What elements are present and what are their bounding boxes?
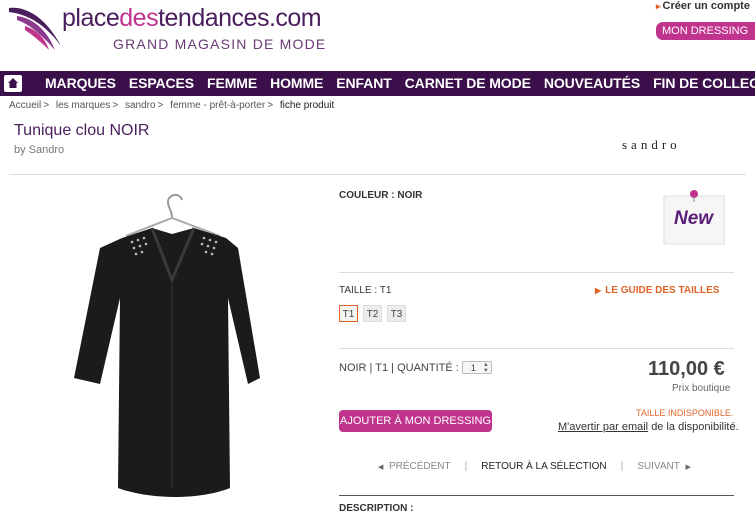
breadcrumb-les-marques[interactable]: les marques: [56, 100, 110, 111]
divider: [339, 495, 734, 496]
notify-availability: M'avertir par email de la disponibilité.: [558, 421, 739, 433]
quantity-select[interactable]: 1 ▲ ▼: [461, 361, 492, 374]
nav-items: MARQUES ESPACES FEMME HOMME ENFANT CARNE…: [45, 71, 755, 96]
description-heading: DESCRIPTION :: [339, 503, 414, 514]
product-price: 110,00 €: [648, 358, 725, 380]
site-logo[interactable]: placedestendances.com: [62, 4, 322, 33]
new-badge-label: New: [674, 208, 714, 229]
stepper-icon: ▲ ▼: [482, 362, 489, 374]
brand-logo[interactable]: sandro: [622, 137, 681, 153]
arrow-right-icon: ▶: [685, 463, 691, 471]
arrow-right-icon: ▶: [595, 286, 602, 295]
size-info: TAILLE : T1: [339, 285, 391, 296]
notify-email-link[interactable]: M'avertir par email: [558, 421, 648, 433]
selection-summary: NOIR | T1 | QUANTITÉ : 1 ▲ ▼: [339, 361, 492, 374]
new-badge: New: [660, 188, 728, 246]
notify-rest: de la disponibilité.: [651, 421, 739, 433]
breadcrumb: Accueil > les marques > sandro > femme - pr…: [9, 100, 335, 111]
color-value: NOIR: [397, 190, 423, 201]
next-link[interactable]: SUIVANT: [637, 461, 680, 472]
size-selector: T1 T2 T3: [339, 305, 411, 322]
size-guide-link[interactable]: ▶ LE GUIDE DES TAILLES: [595, 285, 719, 296]
size-option-t2[interactable]: T2: [363, 305, 382, 322]
divider: [339, 348, 734, 349]
color-label: COULEUR :: [339, 190, 395, 201]
product-byline: by Sandro: [14, 144, 65, 156]
logo-text-tendances: tendances.com: [158, 4, 322, 32]
arrow-left-icon: ◀: [378, 463, 384, 471]
divider: [339, 272, 734, 273]
product-pager: ◀ PRÉCÉDENT | RETOUR À LA SÉLECTION | SU…: [378, 461, 691, 472]
create-account-label: Créer un compte: [662, 0, 750, 12]
breadcrumb-accueil[interactable]: Accueil: [9, 100, 41, 111]
nav-item-homme[interactable]: HOMME: [270, 71, 323, 96]
main-nav: MARQUES ESPACES FEMME HOMME ENFANT CARNE…: [0, 71, 755, 96]
size-label: TAILLE :: [339, 285, 378, 296]
nav-item-femme[interactable]: FEMME: [207, 71, 257, 96]
site-tagline: GRAND MAGASIN DE MODE: [113, 36, 327, 52]
back-to-selection-link[interactable]: RETOUR À LA SÉLECTION: [481, 461, 606, 472]
home-icon[interactable]: [4, 75, 22, 92]
nav-item-carnet-de-mode[interactable]: CARNET DE MODE: [405, 71, 531, 96]
product-image[interactable]: [60, 188, 290, 514]
prev-link[interactable]: PRÉCÉDENT: [389, 461, 451, 472]
nav-item-marques[interactable]: MARQUES: [45, 71, 116, 96]
add-to-dressing-button[interactable]: AJOUTER À MON DRESSING: [339, 410, 492, 432]
breadcrumb-sandro[interactable]: sandro: [125, 100, 156, 111]
size-option-t1[interactable]: T1: [339, 305, 358, 322]
logo-text-place: place: [62, 4, 120, 32]
logo-text-des: des: [119, 4, 159, 32]
price-note: Prix boutique: [672, 383, 731, 394]
divider: [9, 174, 746, 175]
size-value: T1: [379, 285, 392, 296]
nav-item-fin-de-collection[interactable]: FIN DE COLLEC: [653, 71, 755, 96]
size-guide-label: LE GUIDE DES TAILLES: [605, 285, 720, 296]
nav-item-nouveautes[interactable]: NOUVEAUTÉS: [544, 71, 640, 96]
breadcrumb-femme-pret-a-porter[interactable]: femme - prêt-à-porter: [170, 100, 265, 111]
mon-dressing-button[interactable]: MON DRESSING: [656, 22, 755, 40]
selection-summary-label: NOIR | T1 | QUANTITÉ :: [339, 361, 459, 374]
create-account-link[interactable]: ▸ Créer un compte: [656, 0, 750, 12]
nav-item-enfant[interactable]: ENFANT: [336, 71, 392, 96]
size-unavailable-notice: TAILLE INDISPONIBLE.: [636, 408, 734, 418]
arrow-right-icon: ▸: [656, 1, 661, 11]
color-info: COULEUR : NOIR: [339, 190, 422, 201]
nav-item-espaces[interactable]: ESPACES: [129, 71, 194, 96]
size-option-t3[interactable]: T3: [387, 305, 406, 322]
quantity-value: 1: [470, 363, 476, 373]
product-title: Tunique clou NOIR: [14, 122, 150, 139]
breadcrumb-current: fiche produit: [279, 100, 335, 111]
